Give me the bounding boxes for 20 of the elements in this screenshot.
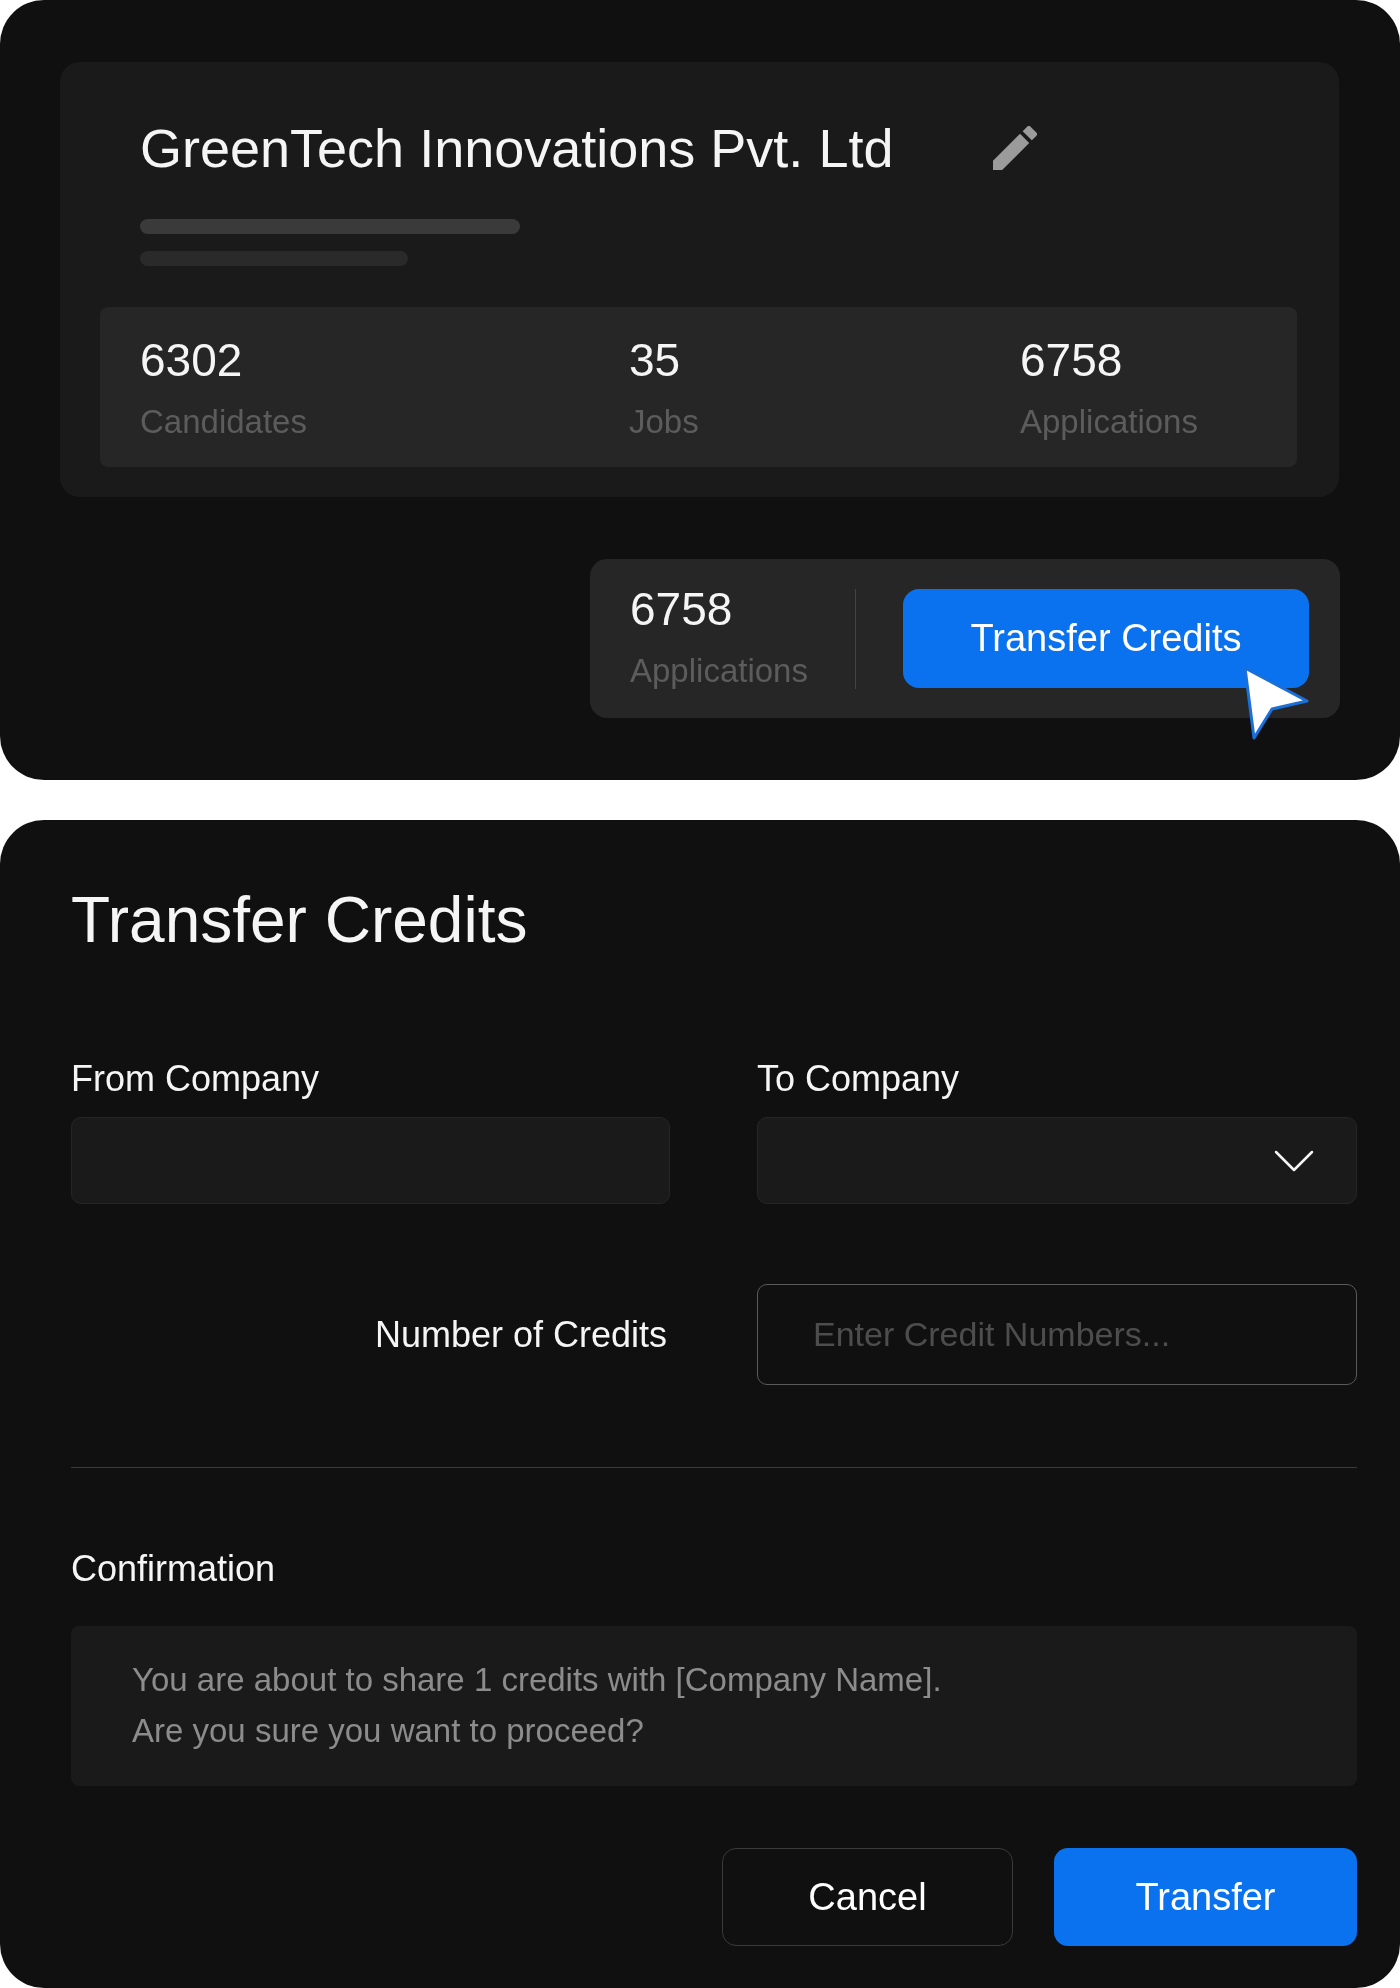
stat-value: 35 <box>629 337 681 383</box>
transfer-button[interactable]: Transfer <box>1054 1848 1357 1946</box>
section-label: Confirmation <box>71 1547 276 1590</box>
field-label: From Company <box>71 1057 320 1100</box>
transfer-credits-button[interactable]: Transfer Credits <box>903 589 1309 688</box>
to-company-select[interactable] <box>757 1117 1357 1204</box>
chevron-down-icon <box>1274 1149 1314 1172</box>
stat-value: 6758 <box>1020 337 1123 383</box>
credit-number-field[interactable]: Enter Credit Numbers... <box>757 1284 1357 1385</box>
cursor-icon <box>1242 665 1310 741</box>
cancel-button[interactable]: Cancel <box>722 1848 1013 1946</box>
stat-value: 6758 <box>630 586 733 632</box>
stat-value: 6302 <box>140 337 243 383</box>
pencil-icon[interactable] <box>993 126 1037 170</box>
field-label: Number of Credits <box>374 1313 667 1356</box>
confirmation-message: You are about to share 1 credits with [Company Name]. <box>132 1660 942 1700</box>
dialog-title: Transfer Credits <box>71 883 528 958</box>
company-name: GreenTech Innovations Pvt. Ltd <box>140 118 895 178</box>
field-label: To Company <box>757 1057 960 1100</box>
confirmation-message: Are you sure you want to proceed? <box>132 1711 644 1751</box>
